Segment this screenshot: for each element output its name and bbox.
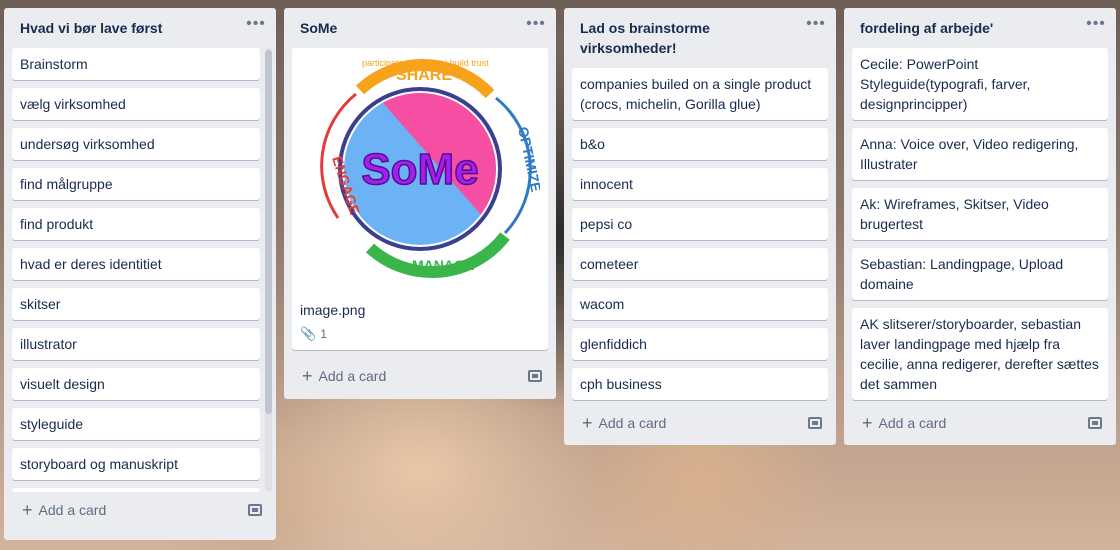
list-header[interactable]: Lad os brainstorme virksomheder! ••• — [564, 8, 836, 68]
card[interactable]: find produkt — [12, 208, 260, 240]
manage-label: MANAGE — [412, 257, 474, 273]
card[interactable]: visuelt design — [12, 368, 260, 400]
card-with-cover[interactable]: SHARE MANAGE OPTIMIZE ENGAGE participate… — [292, 48, 548, 350]
card[interactable]: Cecile: PowerPoint Styleguide(typografi,… — [852, 48, 1108, 120]
some-logo: SHARE MANAGE OPTIMIZE ENGAGE participate… — [320, 58, 540, 279]
add-card-button[interactable]: + Add a card — [12, 498, 116, 522]
list-title[interactable]: fordeling af arbejde' — [860, 18, 1060, 38]
list-header[interactable]: SoMe ••• — [284, 8, 556, 48]
card[interactable]: b&o — [572, 128, 828, 160]
add-card-label: Add a card — [598, 415, 667, 431]
arc-top-text: participate | connect | build trust — [362, 58, 489, 68]
more-icon[interactable]: ••• — [804, 14, 828, 34]
plus-icon: + — [862, 413, 873, 433]
list-header[interactable]: fordeling af arbejde' ••• — [844, 8, 1116, 48]
list-footer: + Add a card — [564, 405, 836, 445]
card[interactable]: Ak: Wireframes, Skitser, Video brugertes… — [852, 188, 1108, 240]
card-list: companies builed on a single product (cr… — [564, 68, 836, 405]
add-card-button[interactable]: + Add a card — [852, 411, 956, 435]
card[interactable]: find målgruppe — [12, 168, 260, 200]
add-card-label: Add a card — [318, 368, 387, 384]
card[interactable]: Sebastian: Landingpage, Upload domaine — [852, 248, 1108, 300]
card[interactable]: Anna: Voice over, Video redigering, Illu… — [852, 128, 1108, 180]
some-logo-text: SoMe — [361, 145, 478, 194]
list-header[interactable]: Hvad vi bør lave først ••• — [4, 8, 276, 48]
list-title[interactable]: SoMe — [300, 18, 500, 38]
card-list: Cecile: PowerPoint Styleguide(typografi,… — [844, 48, 1116, 405]
share-label: SHARE — [396, 67, 452, 84]
list-some: SoMe ••• SHARE MANAGE OPTIMIZE ENGAGE pa… — [284, 8, 556, 399]
card[interactable]: vælg virksomhed — [12, 88, 260, 120]
card-body: image.png 📎 1 — [292, 294, 548, 350]
attachment-count: 1 — [320, 327, 327, 341]
board: Hvad vi bør lave først ••• Brainstorm væ… — [0, 0, 1120, 550]
list-lad-os-brainstorme: Lad os brainstorme virksomheder! ••• com… — [564, 8, 836, 445]
card[interactable]: styleguide — [12, 408, 260, 440]
list-hvad-vi-boer-lave-foerst: Hvad vi bør lave først ••• Brainstorm væ… — [4, 8, 276, 540]
card[interactable]: storyboard og manuskript — [12, 448, 260, 480]
more-icon[interactable]: ••• — [244, 14, 268, 34]
card-list: Brainstorm vælg virksomhed undersøg virk… — [4, 48, 276, 492]
card-template-icon[interactable] — [808, 417, 822, 429]
card-template-icon[interactable] — [528, 370, 542, 382]
card[interactable]: cometeer — [572, 248, 828, 280]
card[interactable]: pepsi co — [572, 208, 828, 240]
card[interactable]: brugertest — [12, 488, 260, 492]
card[interactable]: hvad er deres identitiet — [12, 248, 260, 280]
add-card-button[interactable]: + Add a card — [292, 364, 396, 388]
optimize-label: OPTIMIZE — [515, 125, 540, 193]
card[interactable]: companies builed on a single product (cr… — [572, 68, 828, 120]
list-fordeling-af-arbejde: fordeling af arbejde' ••• Cecile: PowerP… — [844, 8, 1116, 445]
scrollbar[interactable] — [265, 48, 272, 492]
card-template-icon[interactable] — [1088, 417, 1102, 429]
more-icon[interactable]: ••• — [524, 14, 548, 34]
list-title[interactable]: Lad os brainstorme virksomheder! — [580, 18, 740, 58]
plus-icon: + — [302, 366, 313, 386]
card[interactable]: Brainstorm — [12, 48, 260, 80]
card[interactable]: AK slitserer/storyboarder, sebastian lav… — [852, 308, 1108, 400]
scrollbar-thumb[interactable] — [265, 50, 272, 414]
attachment-icon: 📎 — [300, 326, 317, 341]
add-card-button[interactable]: + Add a card — [572, 411, 676, 435]
card-badges: 📎 1 — [300, 324, 540, 346]
card-title: image.png — [300, 302, 366, 318]
card[interactable]: cph business — [572, 368, 828, 400]
list-title[interactable]: Hvad vi bør lave først — [20, 18, 220, 38]
list-footer: + Add a card — [4, 492, 276, 532]
add-card-label: Add a card — [878, 415, 947, 431]
card-list: SHARE MANAGE OPTIMIZE ENGAGE participate… — [284, 48, 556, 358]
list-footer: + Add a card — [284, 358, 556, 398]
card[interactable]: wacom — [572, 288, 828, 320]
card[interactable]: innocent — [572, 168, 828, 200]
card[interactable]: skitser — [12, 288, 260, 320]
list-footer: + Add a card — [844, 405, 1116, 445]
plus-icon: + — [582, 413, 593, 433]
card[interactable]: illustrator — [12, 328, 260, 360]
card[interactable]: undersøg virksomhed — [12, 128, 260, 160]
cover-image: SHARE MANAGE OPTIMIZE ENGAGE participate… — [292, 48, 548, 294]
add-card-label: Add a card — [38, 502, 107, 518]
plus-icon: + — [22, 500, 33, 520]
more-icon[interactable]: ••• — [1084, 14, 1108, 34]
card-template-icon[interactable] — [248, 504, 262, 516]
card[interactable]: glenfiddich — [572, 328, 828, 360]
